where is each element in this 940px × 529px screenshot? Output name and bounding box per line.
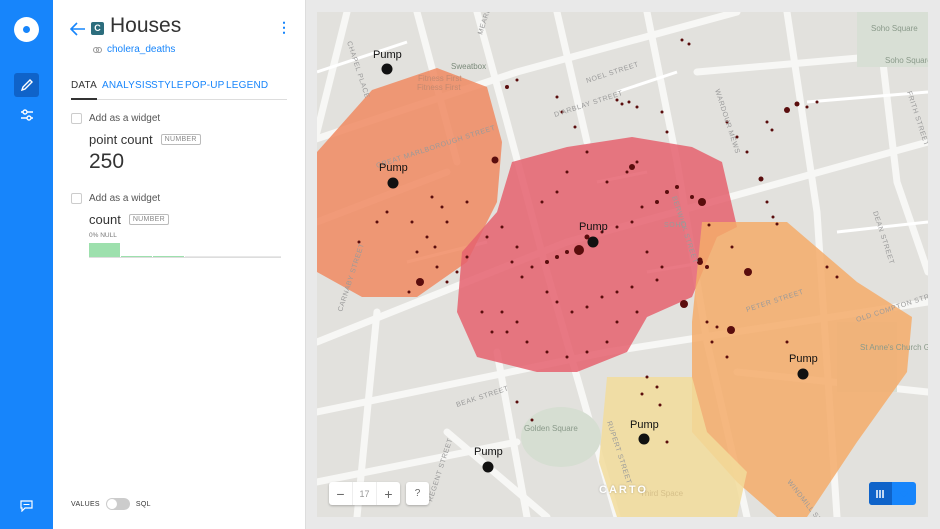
tab-data[interactable]: DATA [71, 80, 97, 100]
layer-source[interactable]: cholera_deaths [93, 44, 175, 55]
histogram-baseline [185, 256, 281, 257]
settings-button[interactable] [14, 103, 39, 127]
feedback-button[interactable] [14, 494, 39, 518]
pump-label: Pump [474, 446, 503, 458]
values-label: VALUES [71, 500, 100, 508]
pump-label: Pump [373, 49, 402, 61]
add-widget-row[interactable]: Add as a widget [71, 113, 160, 124]
heart-icon [900, 490, 907, 497]
tab-analysis[interactable]: ANALYSIS [102, 80, 152, 100]
place-label: Sweatbox [451, 62, 486, 71]
zoom-control: − 17 + [329, 482, 400, 505]
widget-header: point count NUMBER [89, 132, 201, 147]
layer-letter-badge: C [91, 22, 104, 35]
column-type-tag: NUMBER [160, 134, 201, 145]
link-icon [93, 46, 102, 53]
home-logo-icon[interactable] [14, 17, 39, 42]
sql-toggle[interactable] [105, 498, 130, 510]
pump-label: Pump [789, 353, 818, 365]
legend-view-button[interactable] [892, 482, 915, 505]
histogram-bar [121, 256, 152, 257]
place-label: St Anne's Church Grounds [860, 343, 928, 352]
place-label: Fitness First [417, 83, 461, 92]
carto-attribution: CARTO [599, 484, 648, 496]
widget-name: count [89, 212, 121, 227]
nav-rail [0, 0, 53, 529]
sql-label: SQL [135, 500, 151, 508]
source-name: cholera_deaths [107, 44, 176, 55]
pump-label: Pump [579, 221, 608, 233]
pump-label: Pump [379, 162, 408, 174]
more-options-icon[interactable]: ⋮ [277, 20, 291, 36]
place-label: Fitness First [418, 74, 462, 83]
zoom-out-button[interactable]: − [329, 482, 352, 505]
help-button[interactable]: ? [406, 482, 429, 505]
tab-style[interactable]: STYLE [151, 80, 184, 100]
map-controls: − 17 + ? [329, 482, 429, 505]
back-arrow-icon[interactable] [70, 22, 86, 36]
add-widget-label: Add as a widget [89, 113, 161, 124]
place-label: Soho Square [871, 24, 918, 33]
edit-layers-button[interactable] [14, 73, 39, 97]
widget-header: count NUMBER [89, 212, 169, 227]
tab-popup[interactable]: POP-UP [185, 80, 225, 100]
columns-icon [875, 489, 884, 498]
street-label: SOHO [664, 222, 687, 229]
sliders-icon [20, 109, 33, 121]
panel-tabs: DATA ANALYSIS STYLE POP-UP LEGEND [71, 80, 287, 100]
add-widget-row[interactable]: Add as a widget [71, 193, 160, 204]
widgets-view-button[interactable] [869, 482, 892, 505]
add-widget-checkbox[interactable] [71, 193, 82, 204]
chat-icon [20, 500, 33, 512]
zoom-level: 17 [352, 482, 377, 505]
tab-legend[interactable]: LEGEND [226, 80, 268, 100]
column-type-tag: NUMBER [128, 214, 169, 225]
histogram [89, 243, 281, 258]
layer-title[interactable]: Houses [110, 14, 181, 38]
pencil-icon [20, 79, 33, 92]
layer-panel: C Houses ⋮ cholera_deaths DATA ANALYSIS … [53, 0, 306, 529]
histogram-bar [89, 243, 120, 257]
map-svg: NOEL STREET GREAT MARLBOROUGH STREET D'A… [317, 12, 928, 517]
histogram-bar [153, 256, 184, 257]
add-widget-checkbox[interactable] [71, 113, 82, 124]
sql-toggle-row: VALUES SQL [71, 498, 151, 510]
add-widget-label: Add as a widget [89, 193, 161, 204]
null-percentage: 0% NULL [89, 232, 117, 239]
map-canvas[interactable]: NOEL STREET GREAT MARLBOROUGH STREET D'A… [317, 12, 928, 517]
zoom-in-button[interactable]: + [377, 482, 400, 505]
pump-label: Pump [630, 419, 659, 431]
golden-square-park [521, 407, 601, 467]
widget-name: point count [89, 132, 153, 147]
place-label: Soho Square [885, 56, 928, 65]
map-legend-toggle[interactable] [869, 482, 916, 505]
place-label: Golden Square [524, 424, 578, 433]
widget-value: 250 [89, 150, 125, 173]
